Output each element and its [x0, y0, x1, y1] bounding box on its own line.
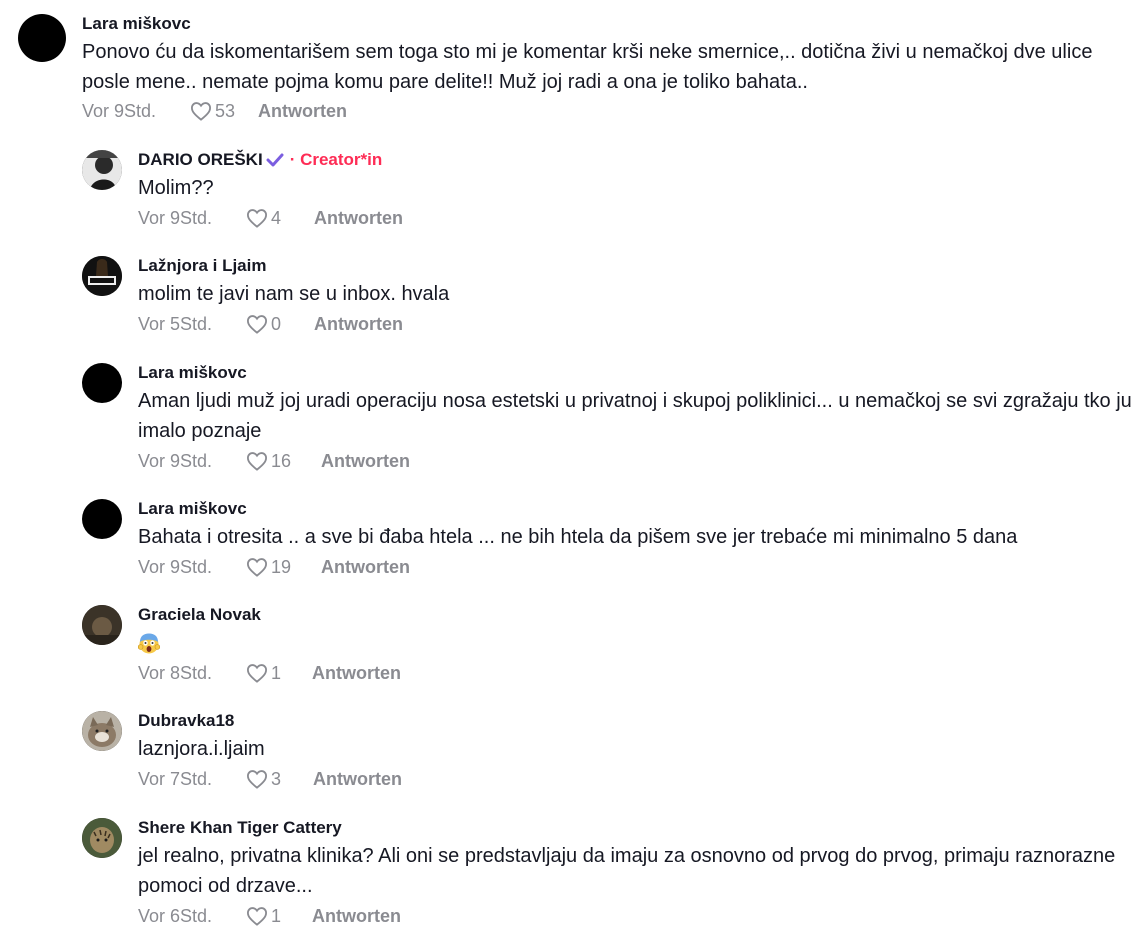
avatar[interactable] — [82, 150, 122, 190]
username[interactable]: DARIO OREŠKI — [138, 150, 263, 170]
timestamp: Vor 9Std. — [138, 450, 213, 471]
like-count: 4 — [271, 207, 282, 228]
heart-outline-icon — [246, 558, 268, 577]
like-button[interactable]: 16 — [246, 451, 321, 472]
reply-item: DARIO OREŠKI · Creator*in Molim?? Vor 9S… — [82, 150, 1138, 231]
username[interactable]: Shere Khan Tiger Cattery — [138, 818, 1138, 838]
timestamp: Vor 9Std. — [82, 100, 157, 121]
comment-text: jel realno, privatna klinika? Ali oni se… — [138, 845, 1116, 897]
avatar[interactable] — [82, 363, 122, 403]
reply-item: Graciela Novak Vor 8Std. 1 Antworten — [82, 605, 1138, 686]
avatar[interactable] — [82, 499, 122, 539]
checkmark-icon — [266, 153, 284, 167]
username[interactable]: Dubravka18 — [138, 711, 1138, 731]
heart-outline-icon — [246, 315, 268, 334]
reply-item: Dubravka18 laznjora.i.ljaim Vor 7Std. 3 … — [82, 711, 1138, 792]
like-count: 1 — [271, 905, 282, 926]
timestamp: Vor 9Std. — [138, 556, 213, 577]
comment-text: Aman ljudi muž joj uradi operaciju nosa … — [138, 390, 1132, 442]
reply-item: Lara miškovc Bahata i otresita .. a sve … — [82, 499, 1141, 580]
like-count: 19 — [271, 556, 292, 577]
like-count: 16 — [271, 450, 292, 471]
username[interactable]: Lara miškovc — [138, 499, 1141, 519]
comment-text: Bahata i otresita .. a sve bi đaba htela… — [138, 526, 1018, 548]
like-button[interactable]: 0 — [246, 314, 314, 335]
reply-button[interactable]: Antworten — [321, 451, 410, 472]
reply-button[interactable]: Antworten — [312, 663, 401, 684]
username[interactable]: Lara miškovc — [82, 14, 1122, 34]
heart-outline-icon — [246, 209, 268, 228]
screaming-face-emoji — [137, 632, 161, 654]
heart-outline-icon — [246, 770, 268, 789]
timestamp: Vor 7Std. — [138, 768, 213, 789]
timestamp: Vor 6Std. — [138, 905, 213, 926]
avatar[interactable] — [82, 711, 122, 751]
reply-button[interactable]: Antworten — [258, 101, 347, 122]
reply-item: Shere Khan Tiger Cattery jel realno, pri… — [82, 818, 1138, 929]
username[interactable]: Lara miškovc — [138, 363, 1141, 383]
like-button[interactable]: 3 — [246, 769, 313, 790]
like-button[interactable]: 1 — [246, 906, 312, 927]
reply-item: Lara miškovc Aman ljudi muž joj uradi op… — [82, 363, 1141, 474]
username[interactable]: Graciela Novak — [138, 605, 1138, 625]
avatar[interactable] — [82, 605, 122, 645]
like-button[interactable]: 53 — [190, 101, 258, 122]
heart-outline-icon — [246, 452, 268, 471]
avatar[interactable] — [82, 818, 122, 858]
like-button[interactable]: 4 — [246, 208, 314, 229]
reply-button[interactable]: Antworten — [313, 769, 402, 790]
timestamp: Vor 5Std. — [138, 313, 213, 334]
comment-text: laznjora.i.ljaim — [138, 738, 265, 760]
like-count: 3 — [271, 768, 282, 789]
reply-button[interactable]: Antworten — [321, 557, 410, 578]
like-button[interactable]: 19 — [246, 557, 321, 578]
timestamp: Vor 8Std. — [138, 662, 213, 683]
username[interactable]: Lažnjora i Ljaim — [138, 256, 1138, 276]
comment-text: Ponovo ću da iskomentarišem sem toga sto… — [82, 41, 1093, 93]
reply-button[interactable]: Antworten — [312, 906, 401, 927]
comment-text: Molim?? — [138, 177, 214, 199]
heart-outline-icon — [246, 907, 268, 926]
heart-outline-icon — [246, 664, 268, 683]
comment-text: molim te javi nam se u inbox. hvala — [138, 283, 450, 305]
like-count: 1 — [271, 662, 282, 683]
reply-button[interactable]: Antworten — [314, 314, 403, 335]
avatar[interactable] — [82, 256, 122, 296]
timestamp: Vor 9Std. — [138, 207, 213, 228]
reply-button[interactable]: Antworten — [314, 208, 403, 229]
heart-outline-icon — [190, 102, 212, 121]
avatar[interactable] — [18, 14, 66, 62]
creator-badge: · Creator*in — [289, 150, 383, 169]
like-count: 53 — [215, 100, 236, 121]
reply-item: Lažnjora i Ljaim molim te javi nam se u … — [82, 256, 1138, 337]
comment-item: Lara miškovc Ponovo ću da iskomentarišem… — [18, 14, 1122, 124]
like-button[interactable]: 1 — [246, 663, 312, 684]
like-count: 0 — [271, 313, 282, 334]
